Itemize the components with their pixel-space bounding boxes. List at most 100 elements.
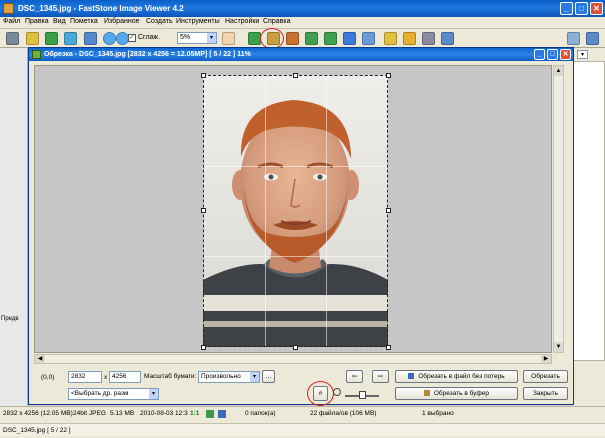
- more-options-button[interactable]: ...: [262, 370, 275, 383]
- app-title: DSC_1345.jpg - FastStone Image Viewer 4.…: [18, 4, 184, 13]
- rotate-left-icon[interactable]: [305, 32, 318, 45]
- smooth-checkbox[interactable]: ✓: [128, 34, 136, 42]
- print-icon[interactable]: [422, 32, 435, 45]
- save-icon[interactable]: [45, 32, 58, 45]
- hand-tool-icon[interactable]: [222, 32, 235, 45]
- status-row: 2832 x 4256 (12.05 MB) 24bit JPEG 5.13 M…: [0, 408, 605, 421]
- fullscreen-icon[interactable]: [586, 32, 599, 45]
- right-pane: ▾: [573, 48, 605, 406]
- origin-coordinates: (0,0): [41, 374, 55, 381]
- view-mode-dropdown[interactable]: ▾: [577, 50, 588, 59]
- resize-icon[interactable]: [286, 32, 299, 45]
- app-icon: [3, 3, 14, 14]
- crop-handle-right[interactable]: [386, 208, 391, 213]
- crop-frame[interactable]: [203, 75, 388, 347]
- brightness-icon: [333, 388, 341, 396]
- dialog-maximize-button[interactable]: □: [547, 49, 558, 60]
- menu-file[interactable]: Файл: [3, 18, 20, 25]
- grid-line: [204, 166, 387, 167]
- menu-create[interactable]: Создать: [146, 18, 173, 25]
- layout-icon[interactable]: [567, 32, 580, 45]
- menu-tag[interactable]: Пометка: [70, 18, 98, 25]
- crop-handle-bottom[interactable]: [293, 345, 298, 350]
- vertical-scrollbar[interactable]: ▲ ▼: [553, 65, 564, 353]
- menu-view[interactable]: Вид: [53, 18, 66, 25]
- crop-button[interactable]: Обрезать: [523, 370, 568, 383]
- status-filesize: 5.13 MB: [110, 410, 135, 417]
- save-disk-icon: [408, 373, 415, 380]
- image-canvas[interactable]: [34, 65, 552, 353]
- app-titlebar: DSC_1345.jpg - FastStone Image Viewer 4.…: [0, 0, 605, 17]
- rotate-right-icon[interactable]: [324, 32, 337, 45]
- crop-height-input[interactable]: 4256: [109, 371, 141, 383]
- menu-settings[interactable]: Настройки: [225, 18, 259, 25]
- file-index-row: DSC_1345.jpg [ 5 / 22 ]: [0, 423, 605, 436]
- opacity-slider-thumb[interactable]: [359, 391, 366, 399]
- zoom-select[interactable]: 5% ▾: [177, 32, 217, 44]
- dialog-minimize-button[interactable]: _: [534, 49, 545, 60]
- next-image-button[interactable]: ⇨: [372, 370, 389, 383]
- grid-line: [204, 256, 387, 257]
- zoom-value: 5%: [180, 34, 191, 41]
- email-icon[interactable]: [403, 32, 416, 45]
- dialog-close-button[interactable]: ✕: [560, 49, 571, 60]
- previous-image-button[interactable]: ⇦: [346, 370, 363, 383]
- paper-scale-label: Масштаб бумаги:: [144, 373, 197, 380]
- crop-handle-top-left[interactable]: [201, 73, 206, 78]
- crop-width-input[interactable]: 2832: [68, 371, 102, 383]
- status-format: 24bit JPEG: [73, 410, 106, 417]
- crop-handle-bottom-right[interactable]: [386, 345, 391, 350]
- menu-help[interactable]: Справка: [263, 18, 290, 25]
- chevron-down-icon: ▾: [250, 372, 259, 382]
- crop-lossless-label: Обрезать в файл без потерь: [418, 373, 505, 380]
- crop-lossless-button[interactable]: Обрезать в файл без потерь: [395, 370, 518, 383]
- menu-edit[interactable]: Правка: [25, 18, 49, 25]
- minimize-button[interactable]: _: [560, 2, 573, 15]
- status-bar: 2832 x 4256 (12.05 MB) 24bit JPEG 5.13 M…: [0, 406, 605, 438]
- paper-scale-select[interactable]: Произвольно ▾: [198, 371, 260, 383]
- crop-handle-bottom-left[interactable]: [201, 345, 206, 350]
- camera-icon[interactable]: [6, 32, 19, 45]
- crop-dialog: Обрезка - DSC_1345.jpg [2832 x 4256 = 12…: [28, 47, 574, 406]
- color-adjust-icon[interactable]: [343, 32, 356, 45]
- menu-tools[interactable]: Инструменты: [176, 18, 220, 25]
- scroll-right-icon[interactable]: ▶: [541, 355, 551, 363]
- maximize-button[interactable]: □: [575, 2, 588, 15]
- horizontal-scrollbar[interactable]: ◀ ▶: [34, 354, 552, 364]
- crop-handle-top[interactable]: [293, 73, 298, 78]
- highlight-annotation: [260, 28, 284, 49]
- status-ratio: 1:1: [190, 410, 200, 417]
- zoom-in-icon[interactable]: [103, 32, 116, 45]
- scroll-left-icon[interactable]: ◀: [35, 355, 45, 363]
- preset-size-select[interactable]: <Выбрать др. разм ▾: [68, 388, 159, 400]
- menu-bar: Файл Правка Вид Пометка Избранное Создат…: [0, 17, 605, 29]
- crop-clipboard-label: Обрезать в буфер: [433, 390, 489, 397]
- close-button[interactable]: ✕: [590, 2, 603, 15]
- crop-handle-top-right[interactable]: [386, 73, 391, 78]
- open-folder-icon[interactable]: [26, 32, 39, 45]
- folder-icon[interactable]: [384, 32, 397, 45]
- slideshow-icon[interactable]: [441, 32, 454, 45]
- status-selected: 1 выбрано: [422, 410, 454, 417]
- paper-scale-value: Произвольно: [201, 373, 241, 380]
- main-toolbar: ✓ Сглаж. 5% ▾: [0, 28, 605, 49]
- folder-tree-pane: Предв: [0, 48, 28, 408]
- crop-to-clipboard-button[interactable]: Обрезать в буфер: [395, 387, 518, 400]
- actual-size-icon[interactable]: [84, 32, 97, 45]
- preset-size-value: <Выбрать др. разм: [71, 390, 129, 397]
- preview-label: Предв: [1, 316, 19, 322]
- scroll-down-icon[interactable]: ▼: [554, 342, 563, 352]
- close-dialog-button[interactable]: Закрыть: [523, 387, 568, 400]
- smooth-label: Сглаж.: [138, 34, 161, 41]
- status-date: 2010-08-03 12:3: [140, 410, 188, 417]
- grid-line: [265, 76, 266, 346]
- dialog-titlebar: Обрезка - DSC_1345.jpg [2832 x 4256 = 12…: [29, 48, 573, 61]
- histogram-icon[interactable]: [362, 32, 375, 45]
- times-label: x: [104, 374, 108, 381]
- status-color-icon: [206, 410, 214, 418]
- crop-handle-left[interactable]: [201, 208, 206, 213]
- fit-window-icon[interactable]: [64, 32, 77, 45]
- menu-favorites[interactable]: Избранное: [104, 18, 139, 25]
- scroll-up-icon[interactable]: ▲: [554, 66, 563, 76]
- highlight-annotation: [307, 381, 334, 406]
